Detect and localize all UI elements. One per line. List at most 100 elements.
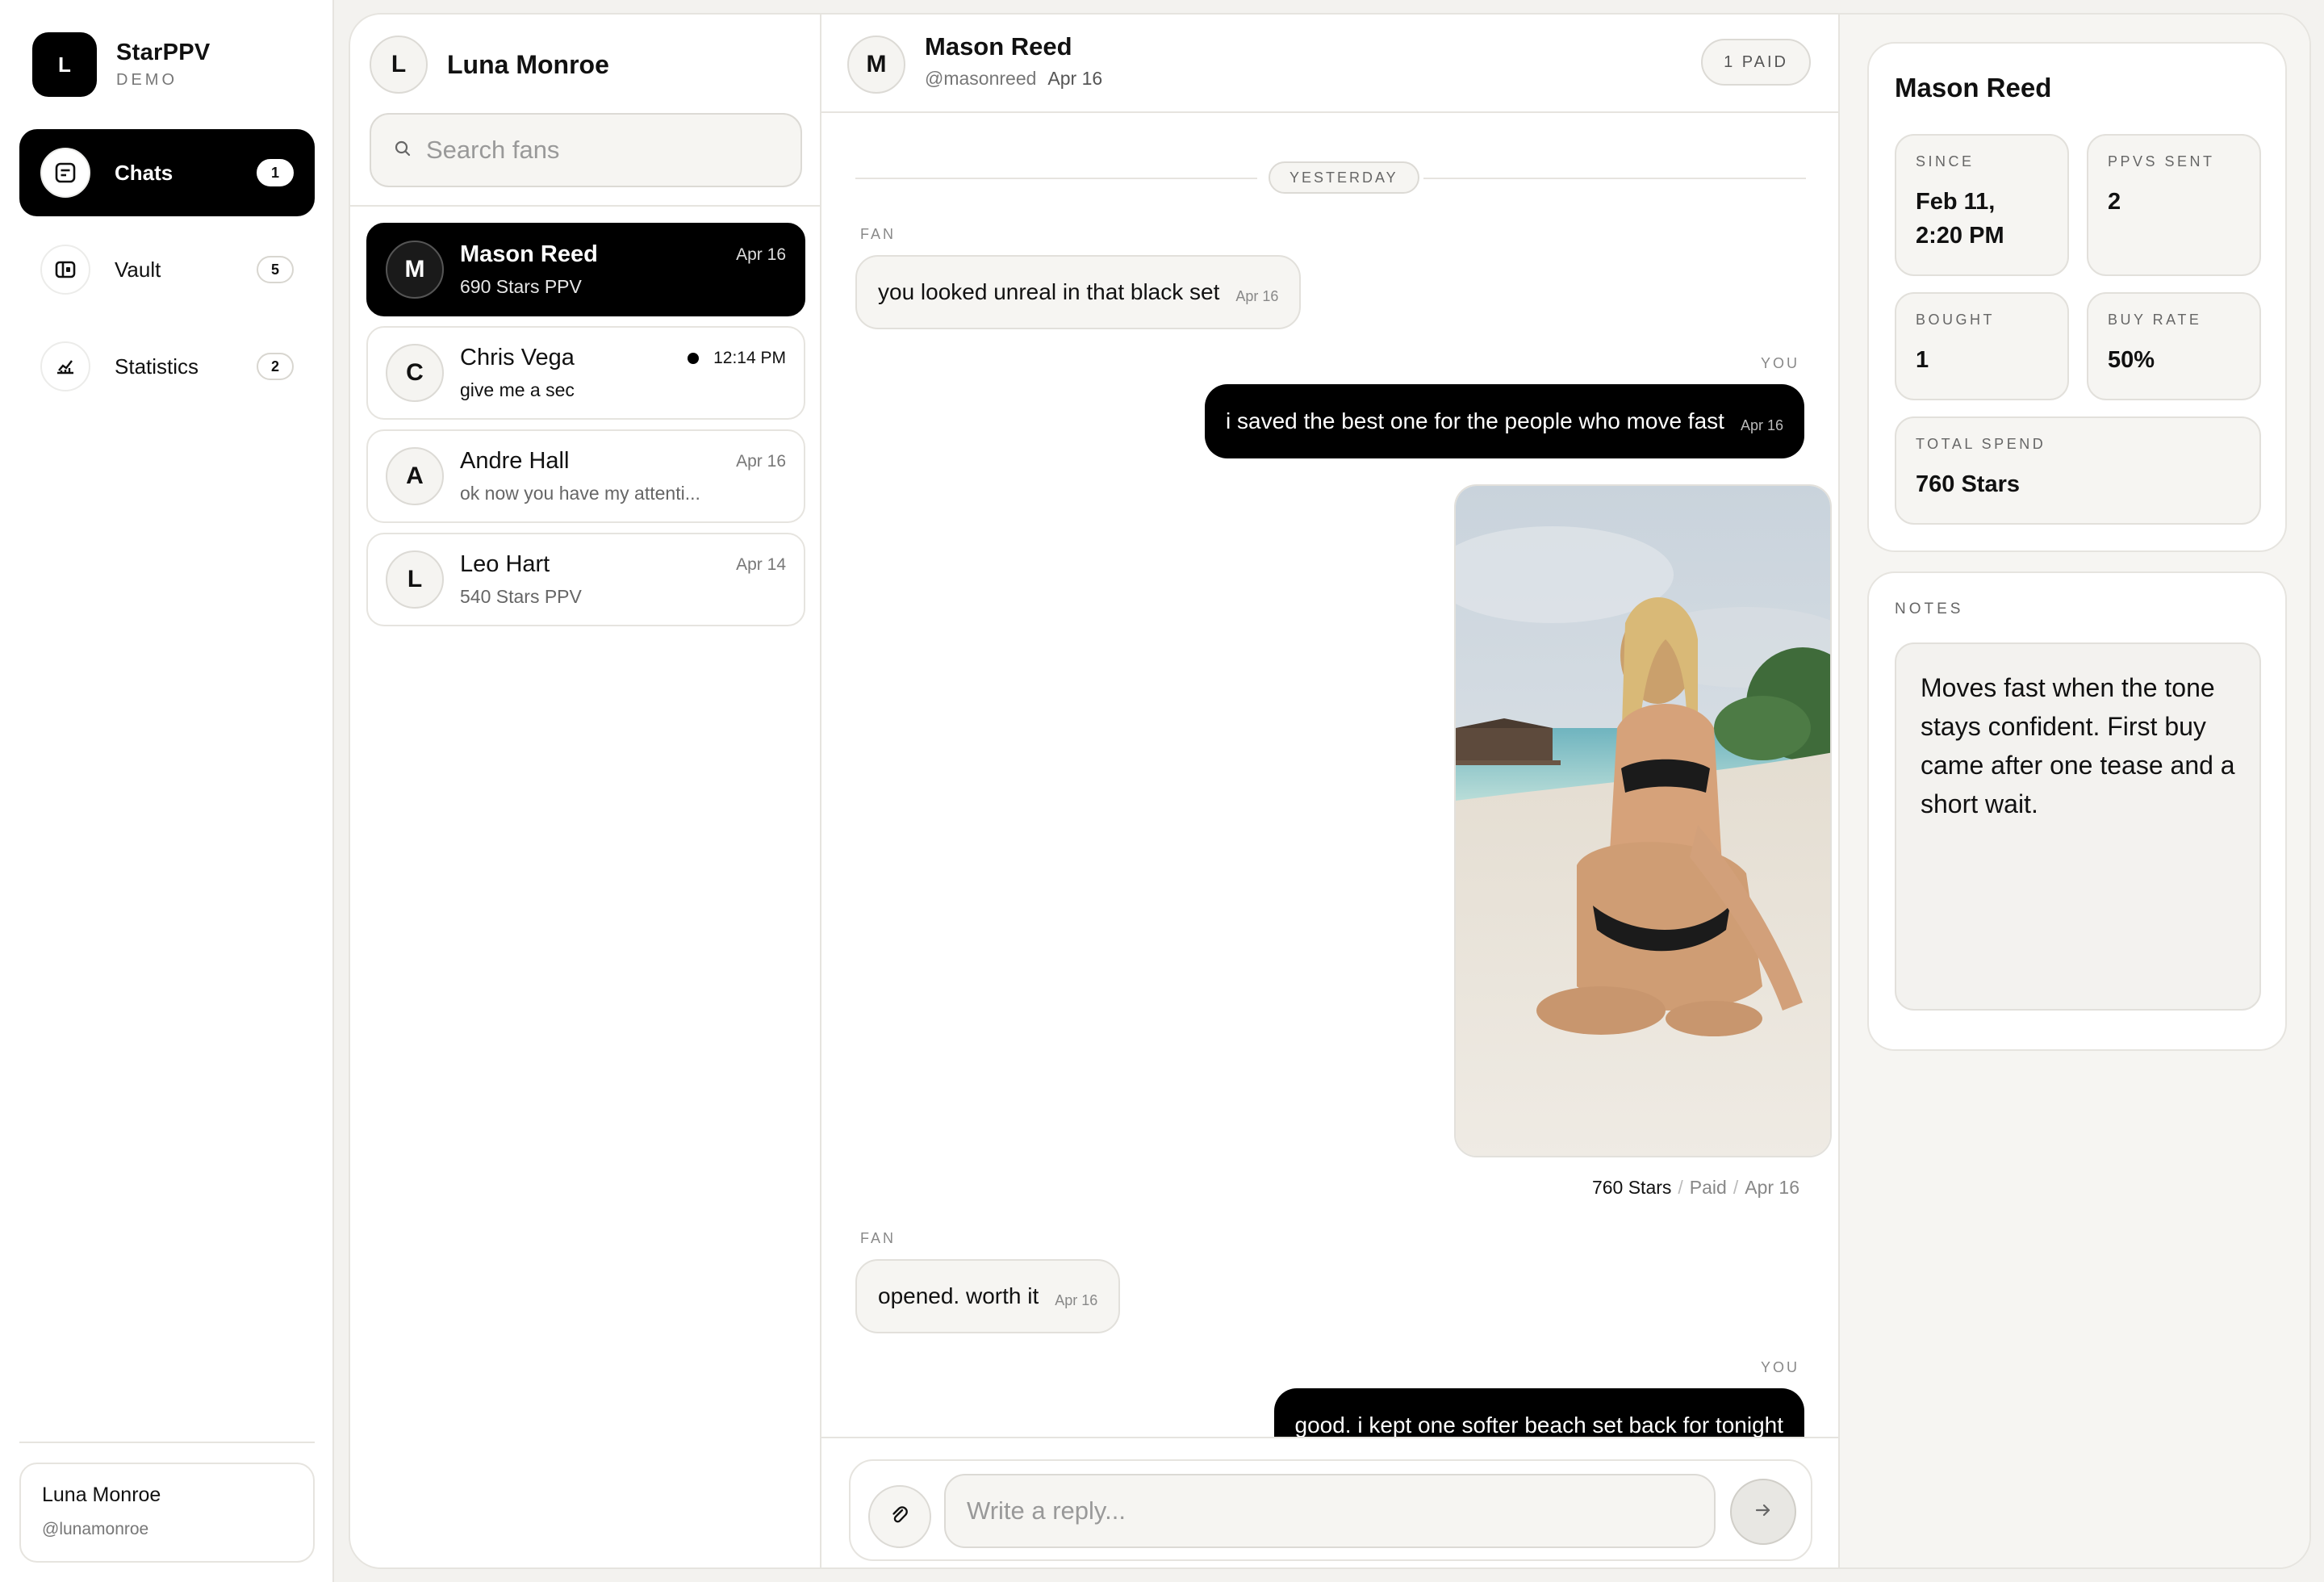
stat-bought: BOUGHT 1 [1895, 292, 2069, 400]
creator-name: Luna Monroe [447, 49, 609, 79]
stat-since: SINCE Feb 11, 2:20 PM [1895, 134, 2069, 276]
paperclip-icon [889, 1505, 910, 1530]
reply-input[interactable] [944, 1474, 1716, 1548]
stat-value: 2 [2108, 189, 2121, 215]
fan-name: Andre Hall [460, 448, 570, 474]
nav-item-statistics[interactable]: Statistics 2 [19, 323, 315, 410]
stat-total-spend: TOTAL SPEND 760 Stars [1895, 416, 2261, 525]
app-name: StarPPV [116, 40, 211, 65]
stat-label: BOUGHT [1916, 312, 1996, 328]
fan-preview: ok now you have my attenti... [460, 483, 700, 504]
media-date: Apr 16 [1745, 1177, 1799, 1198]
stat-label: TOTAL SPEND [1916, 436, 2046, 452]
fan-date: Apr 16 [736, 451, 786, 471]
unread-dot-icon [688, 352, 700, 364]
avatar[interactable]: M [847, 36, 905, 94]
avatar: L [386, 550, 444, 609]
creator-header: L Luna Monroe [370, 36, 609, 94]
nav-item-vault[interactable]: Vault 5 [19, 226, 315, 313]
send-button[interactable] [1730, 1479, 1796, 1545]
message-bubble-you: i saved the best one for the people who … [1205, 384, 1804, 458]
stat-label: SINCE [1916, 153, 1975, 170]
message-bubble-you: good. i kept one softer beach set back f… [1273, 1388, 1804, 1437]
chat-fan-handle: @masonreed [925, 68, 1037, 89]
avatar: M [386, 241, 444, 299]
composer-bar [821, 1437, 1838, 1567]
message-time: Apr 16 [1235, 287, 1279, 304]
notes-label: NOTES [1895, 601, 1964, 617]
stat-label: PPVS SENT [2108, 153, 2215, 170]
arrow-right-icon [1753, 1500, 1773, 1524]
message-text: you looked unreal in that black set [878, 279, 1220, 304]
fan-list-item[interactable]: C Chris Vega 12:14 PM give me a sec [366, 326, 805, 420]
avatar: A [386, 447, 444, 505]
day-label: YESTERDAY [1269, 161, 1419, 194]
fan-list-panel: L Luna Monroe M Mason Reed Apr 16 690 St… [350, 15, 821, 1567]
fan-date: Apr 16 [736, 245, 786, 264]
sender-tag: YOU [1760, 1359, 1799, 1375]
nav-label: Statistics [115, 354, 199, 379]
fan-preview: 690 Stars PPV [460, 276, 582, 297]
sender-tag: FAN [860, 226, 897, 242]
message-text: i saved the best one for the people who … [1226, 408, 1724, 433]
media-status: Paid [1689, 1177, 1727, 1198]
chat-icon [40, 148, 90, 198]
fan-list-item[interactable]: L Leo Hart Apr 14 540 Stars PPV [366, 533, 805, 626]
chart-icon [40, 341, 90, 391]
composer [849, 1459, 1812, 1561]
message-bubble-fan: you looked unreal in that black set Apr … [855, 255, 1302, 329]
left-nav: L StarPPV DEMO Chats 1 Vault 5 Statistic… [0, 0, 334, 1582]
avatar: C [386, 344, 444, 402]
stat-ppvs-sent: PPVS SENT 2 [2087, 134, 2261, 276]
attach-button[interactable] [868, 1485, 931, 1548]
fan-list-item[interactable]: M Mason Reed Apr 16 690 Stars PPV [366, 223, 805, 316]
sender-tag: YOU [1760, 355, 1799, 371]
ppv-media-photo[interactable] [1454, 484, 1832, 1157]
avatar: L [370, 36, 428, 94]
notes-textarea[interactable]: Moves fast when the tone stays confident… [1895, 642, 2261, 1011]
nav-badge: 2 [257, 353, 294, 380]
nav-badge: 1 [257, 159, 294, 186]
fan-name: Chris Vega [460, 345, 575, 370]
fan-name: Mason Reed [460, 241, 598, 267]
fan-date: 12:14 PM [688, 349, 786, 368]
stat-value: 1 [1916, 347, 1929, 373]
account-name: Luna Monroe [42, 1484, 161, 1506]
divider [350, 205, 820, 207]
message-list[interactable]: YESTERDAY FAN you looked unreal in that … [821, 115, 1838, 1437]
day-separator: YESTERDAY [855, 161, 1806, 194]
stat-label: BUY RATE [2108, 312, 2202, 328]
search-icon [394, 140, 412, 161]
chat-fan-date: Apr 16 [1047, 68, 1103, 89]
fan-preview: give me a sec [460, 379, 575, 400]
notes-card: NOTES Moves fast when the tone stays con… [1867, 571, 2287, 1051]
fan-time: 12:14 PM [713, 348, 786, 367]
vault-icon [40, 245, 90, 295]
chat-header: M Mason Reed @masonreed Apr 16 1 PAID [821, 15, 1838, 113]
account-handle: @lunamonroe [42, 1520, 149, 1538]
sender-tag: FAN [860, 1230, 897, 1246]
search-box[interactable] [370, 113, 802, 187]
main-card: L Luna Monroe M Mason Reed Apr 16 690 St… [349, 13, 2311, 1569]
stat-value: Feb 11, 2:20 PM [1916, 189, 2004, 249]
paid-badge: 1 PAID [1701, 39, 1811, 86]
beach-photo-image [1456, 486, 1830, 1156]
nav-badge: 5 [257, 256, 294, 283]
fan-profile-card: Mason Reed SINCE Feb 11, 2:20 PM PPVS SE… [1867, 42, 2287, 552]
search-input[interactable] [426, 136, 781, 165]
stat-value: 760 Stars [1916, 471, 2020, 497]
nav-item-chats[interactable]: Chats 1 [19, 129, 315, 216]
stat-buy-rate: BUY RATE 50% [2087, 292, 2261, 400]
fan-list-item[interactable]: A Andre Hall Apr 16 ok now you have my a… [366, 429, 805, 523]
brand[interactable]: L StarPPV DEMO [32, 32, 211, 97]
nav-divider [19, 1442, 315, 1443]
fan-profile-name: Mason Reed [1895, 73, 2052, 103]
app-tagline: DEMO [116, 71, 178, 89]
account-card[interactable]: Luna Monroe @lunamonroe [19, 1463, 315, 1563]
fan-preview: 540 Stars PPV [460, 586, 582, 607]
nav-label: Chats [115, 160, 173, 185]
fan-details-panel: Mason Reed SINCE Feb 11, 2:20 PM PPVS SE… [1840, 15, 2309, 1567]
message-text: opened. worth it [878, 1283, 1039, 1308]
message-time: Apr 16 [1740, 416, 1783, 433]
media-caption: 760 Stars / Paid / Apr 16 [1591, 1177, 1799, 1198]
